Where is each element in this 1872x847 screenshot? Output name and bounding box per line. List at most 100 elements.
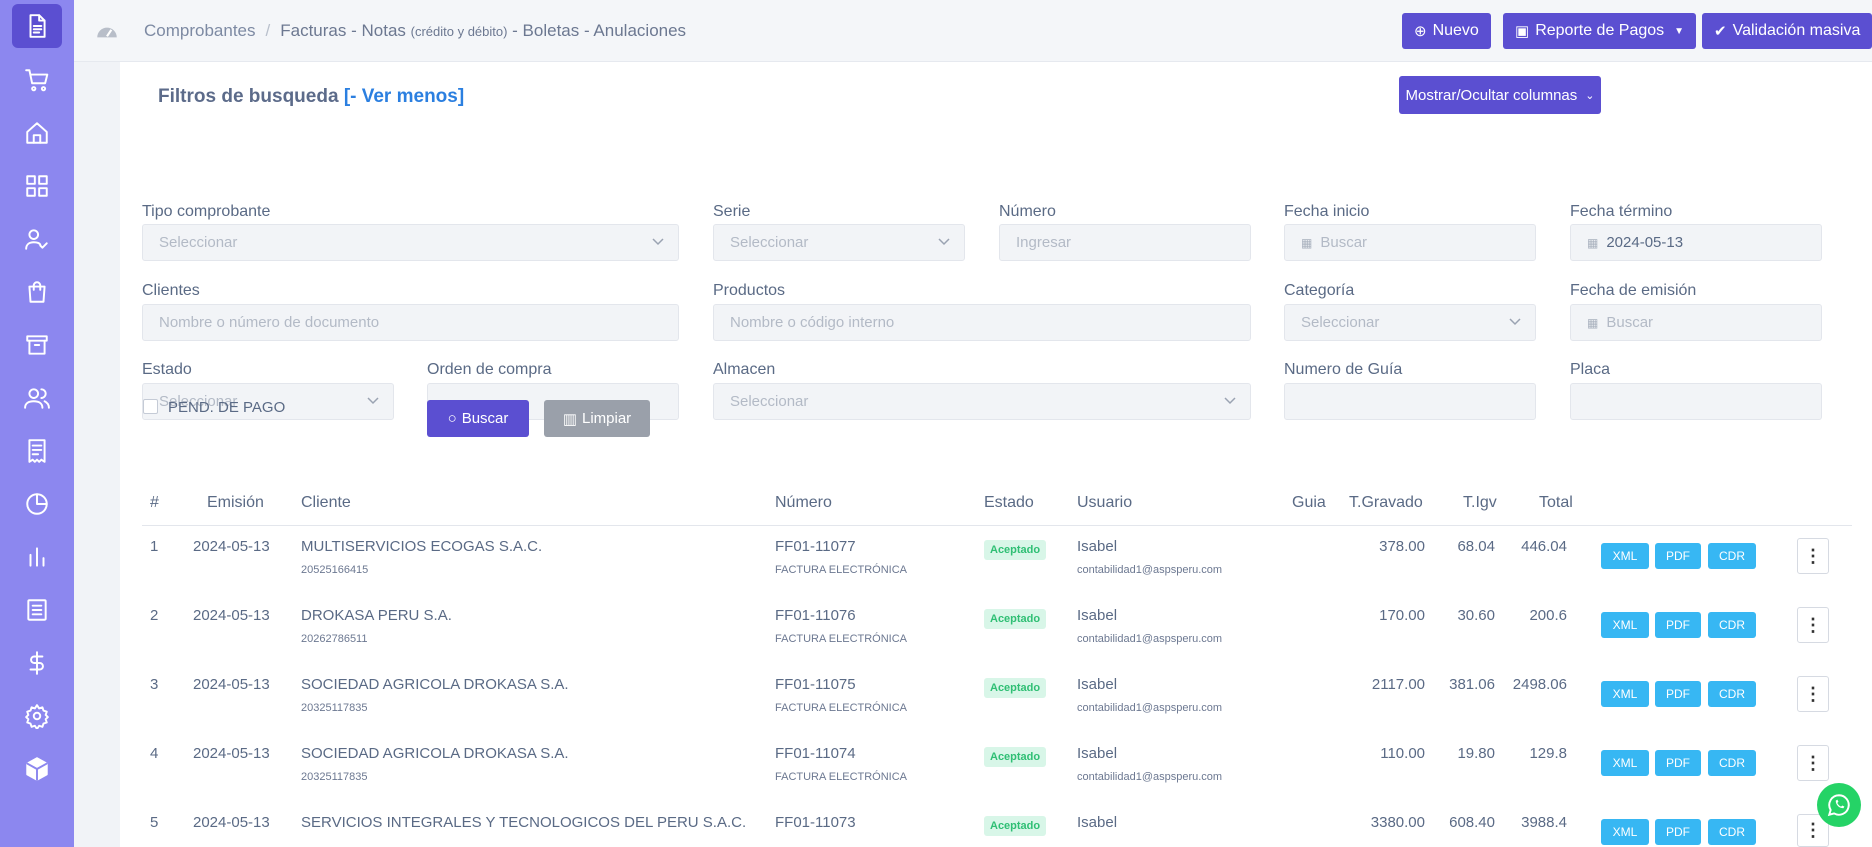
pdf-button[interactable]: PDF	[1655, 750, 1701, 776]
sidebar-item-accounting[interactable]	[12, 588, 62, 632]
placa-input[interactable]	[1570, 383, 1822, 420]
pdf-button[interactable]: PDF	[1655, 612, 1701, 638]
sidebar-item-home[interactable]	[12, 111, 62, 155]
sidebar-item-finance[interactable]	[12, 641, 62, 685]
row-num: 5	[150, 814, 159, 831]
cdr-button[interactable]: CDR	[1708, 819, 1756, 845]
archive-icon	[26, 335, 48, 355]
sidebar-item-reports-bar[interactable]	[12, 535, 62, 579]
row-numero: FF01-11076	[775, 607, 856, 624]
whatsapp-chat-button[interactable]	[1817, 783, 1861, 827]
payments-report-button[interactable]: ▣ Reporte de Pagos ▼	[1503, 13, 1697, 49]
status-badge: Aceptado	[984, 609, 1047, 629]
sidebar-item-customers[interactable]	[12, 376, 62, 420]
almacen-select[interactable]: Seleccionar	[713, 383, 1251, 420]
user-check-icon	[25, 229, 48, 250]
search-icon: ○	[447, 410, 457, 427]
sidebar-item-settings[interactable]	[12, 694, 62, 738]
top-bar: Comprobantes / Facturas - Notas (crédito y…	[74, 0, 1872, 62]
sidebar-item-documents[interactable]	[12, 4, 62, 48]
trash-icon: ▥	[562, 410, 577, 428]
bar-chart-icon	[29, 547, 45, 567]
guia-input[interactable]	[1284, 383, 1536, 420]
row-options-button[interactable]: ⋮	[1797, 676, 1829, 712]
chevron-down-icon	[938, 238, 950, 246]
dashboard-gauge-icon[interactable]	[94, 19, 120, 45]
cdr-button[interactable]: CDR	[1708, 750, 1756, 776]
calendar-icon: ▦	[1587, 235, 1599, 250]
row-usuario: Isabel	[1077, 745, 1118, 762]
row-emision: 2024-05-13	[193, 745, 270, 762]
cdr-button[interactable]: CDR	[1708, 543, 1756, 569]
serie-label: Serie	[713, 203, 751, 220]
sidebar-item-dashboard[interactable]	[12, 164, 62, 208]
chevron-down-icon	[367, 397, 379, 405]
breadcrumb-root[interactable]: Comprobantes	[144, 21, 256, 40]
row-emision: 2024-05-13	[193, 538, 270, 555]
status-badge: Aceptado	[984, 747, 1047, 767]
row-numero: FF01-11075	[775, 676, 856, 693]
sidebar-item-reports-pie[interactable]	[12, 482, 62, 526]
cdr-button[interactable]: CDR	[1708, 612, 1756, 638]
categoria-label: Categoría	[1284, 282, 1355, 299]
sidebar-item-users-check[interactable]	[12, 217, 62, 261]
cart-icon	[25, 69, 49, 92]
clientes-label: Clientes	[142, 282, 200, 299]
search-button[interactable]: ○ Buscar	[427, 400, 529, 437]
sidebar-item-sales[interactable]	[12, 58, 62, 102]
row-options-button[interactable]: ⋮	[1797, 745, 1829, 781]
xml-button[interactable]: XML	[1601, 681, 1649, 707]
xml-button[interactable]: XML	[1601, 612, 1649, 638]
new-button[interactable]: ⊕ Nuevo	[1402, 13, 1491, 49]
xml-button[interactable]: XML	[1601, 543, 1649, 569]
clear-button[interactable]: ▥ Limpiar	[544, 400, 650, 437]
xml-button[interactable]: XML	[1601, 819, 1649, 845]
serie-select[interactable]: Seleccionar	[713, 224, 965, 261]
xml-button[interactable]: XML	[1601, 750, 1649, 776]
row-igv: 19.80	[1457, 745, 1495, 762]
pdf-button[interactable]: PDF	[1655, 819, 1701, 845]
main-card: Filtros de busqueda [- Ver menos] Mostra…	[120, 62, 1872, 847]
breadcrumb: Comprobantes / Facturas - Notas (crédito y…	[144, 21, 687, 40]
status-badge: Aceptado	[984, 540, 1047, 560]
row-num: 2	[150, 607, 159, 624]
clientes-input[interactable]: Nombre o número de documento	[142, 304, 679, 341]
row-tipo: FACTURA ELECTRÓNICA	[775, 564, 908, 576]
breadcrumb-current: Facturas - Notas (crédito y débito) - Bo…	[280, 21, 687, 40]
col-cliente: Cliente	[301, 494, 351, 511]
chevron-down-icon: ⌄	[1585, 89, 1595, 102]
row-options-button[interactable]: ⋮	[1797, 538, 1829, 574]
productos-input[interactable]: Nombre o código interno	[713, 304, 1251, 341]
more-vertical-icon: ⋮	[1804, 683, 1822, 704]
sidebar-item-purchases[interactable]	[12, 270, 62, 314]
pend-pago-checkbox[interactable]	[143, 399, 158, 414]
fecha-inicio-input[interactable]: ▦ Buscar	[1284, 224, 1536, 261]
box-icon	[26, 757, 48, 781]
sidebar-item-inventory[interactable]	[12, 323, 62, 367]
categoria-select[interactable]: Seleccionar	[1284, 304, 1536, 341]
dollar-icon	[29, 651, 44, 675]
toggle-columns-button[interactable]: Mostrar/Ocultar columnas ⌄	[1399, 76, 1601, 114]
sidebar-item-receipts[interactable]	[12, 429, 62, 473]
col-guia: Guia	[1292, 494, 1326, 511]
more-vertical-icon: ⋮	[1804, 614, 1822, 635]
estado-label: Estado	[142, 361, 192, 378]
calendar-icon: ▦	[1587, 315, 1599, 330]
fecha-termino-input[interactable]: ▦ 2024-05-13	[1570, 224, 1822, 261]
bulk-validation-button[interactable]: ✔ Validación masiva	[1702, 13, 1872, 49]
toggle-filters-link[interactable]: [- Ver menos]	[344, 86, 464, 107]
fecha-emision-input[interactable]: ▦ Buscar	[1570, 304, 1822, 341]
row-igv: 608.40	[1449, 814, 1495, 831]
sidebar-item-modules[interactable]	[12, 747, 62, 791]
tipo-select[interactable]: Seleccionar	[142, 224, 679, 261]
cdr-button[interactable]: CDR	[1708, 681, 1756, 707]
pdf-button[interactable]: PDF	[1655, 681, 1701, 707]
row-ruc: 20262786511	[301, 633, 368, 645]
fecha-emision-label: Fecha de emisión	[1570, 282, 1697, 299]
row-cliente: DROKASA PERU S.A.	[301, 607, 452, 624]
row-options-button[interactable]: ⋮	[1797, 607, 1829, 643]
row-cliente: SOCIEDAD AGRICOLA DROKASA S.A.	[301, 676, 569, 693]
numero-input[interactable]: Ingresar	[999, 224, 1251, 261]
sidebar	[0, 0, 74, 847]
pdf-button[interactable]: PDF	[1655, 543, 1701, 569]
